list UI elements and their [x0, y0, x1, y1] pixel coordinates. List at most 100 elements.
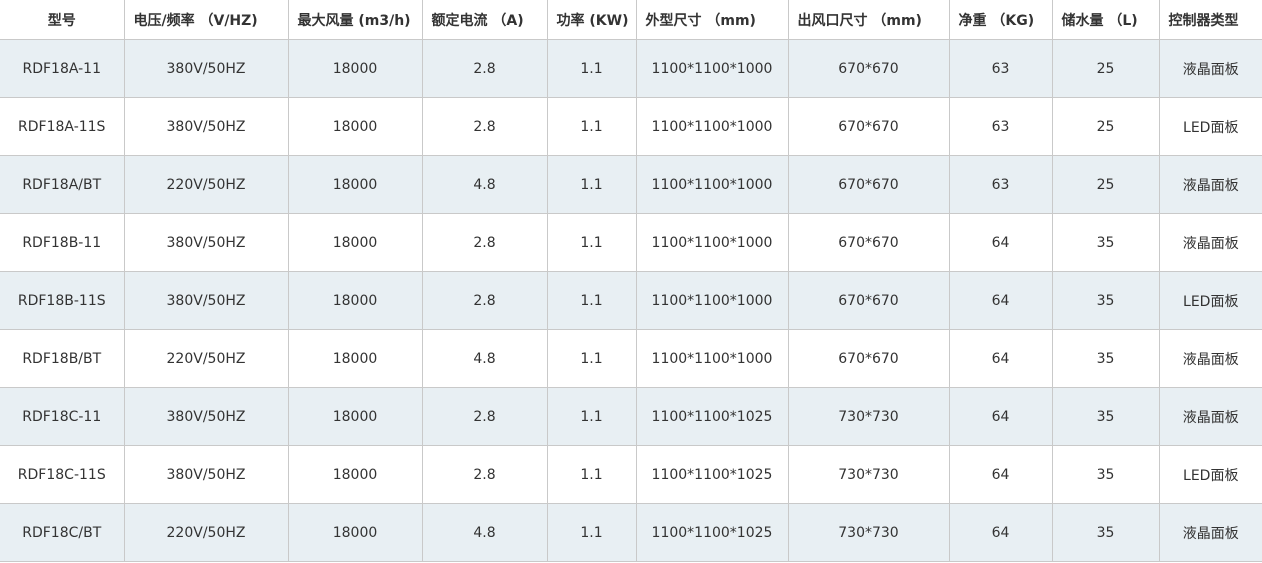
cell-net-weight: 64: [948, 329, 1053, 388]
cell-outlet-size: 670*670: [787, 97, 950, 156]
cell-dimensions: 1100*1100*1025: [635, 387, 789, 446]
cell-water-capacity: 35: [1051, 329, 1160, 388]
cell-net-weight: 63: [948, 97, 1053, 156]
cell-rated-current: 4.8: [421, 329, 548, 388]
table-row: RDF18C-11S 380V/50HZ 18000 2.8 1.1 1100*1100*…: [0, 445, 1262, 504]
cell-net-weight: 64: [948, 503, 1053, 562]
cell-max-airflow: 18000: [287, 329, 423, 388]
table-row: RDF18A-11 380V/50HZ 18000 2.8 1.1 1100*1100*1…: [0, 39, 1262, 98]
cell-power: 1.1: [546, 271, 637, 330]
cell-voltage-frequency: 380V/50HZ: [123, 97, 289, 156]
table-row: RDF18B-11 380V/50HZ 18000 2.8 1.1 1100*1100*1…: [0, 213, 1262, 272]
cell-power: 1.1: [546, 155, 637, 214]
cell-max-airflow: 18000: [287, 213, 423, 272]
cell-model: RDF18C/BT: [0, 503, 125, 562]
cell-rated-current: 2.8: [421, 271, 548, 330]
header-row: 型号 电压/频率 （V/HZ) 最大风量 (m3/h) 额定电流 （A) 功率 …: [0, 0, 1262, 40]
cell-controller-type: 液晶面板: [1158, 39, 1262, 98]
spec-table: 型号 电压/频率 （V/HZ) 最大风量 (m3/h) 额定电流 （A) 功率 …: [0, 0, 1262, 562]
table-row: RDF18B-11S 380V/50HZ 18000 2.8 1.1 1100*1100*…: [0, 271, 1262, 330]
cell-power: 1.1: [546, 39, 637, 98]
cell-net-weight: 64: [948, 271, 1053, 330]
cell-voltage-frequency: 220V/50HZ: [123, 329, 289, 388]
cell-model: RDF18B/BT: [0, 329, 125, 388]
cell-controller-type: LED面板: [1158, 445, 1262, 504]
cell-dimensions: 1100*1100*1000: [635, 97, 789, 156]
header-voltage-frequency: 电压/频率 （V/HZ): [123, 0, 289, 40]
cell-voltage-frequency: 380V/50HZ: [123, 445, 289, 504]
cell-outlet-size: 670*670: [787, 271, 950, 330]
table-row: RDF18C/BT 220V/50HZ 18000 4.8 1.1 1100*1100*1…: [0, 503, 1262, 562]
table-row: RDF18C-11 380V/50HZ 18000 2.8 1.1 1100*1100*1…: [0, 387, 1262, 446]
cell-model: RDF18C-11: [0, 387, 125, 446]
cell-model: RDF18C-11S: [0, 445, 125, 504]
cell-outlet-size: 730*730: [787, 445, 950, 504]
cell-max-airflow: 18000: [287, 97, 423, 156]
cell-dimensions: 1100*1100*1000: [635, 39, 789, 98]
cell-rated-current: 2.8: [421, 387, 548, 446]
header-water-capacity: 储水量 （L): [1051, 0, 1160, 40]
cell-dimensions: 1100*1100*1000: [635, 213, 789, 272]
cell-outlet-size: 670*670: [787, 39, 950, 98]
cell-max-airflow: 18000: [287, 271, 423, 330]
cell-net-weight: 63: [948, 39, 1053, 98]
cell-rated-current: 4.8: [421, 155, 548, 214]
cell-max-airflow: 18000: [287, 39, 423, 98]
cell-power: 1.1: [546, 387, 637, 446]
cell-water-capacity: 35: [1051, 271, 1160, 330]
cell-dimensions: 1100*1100*1025: [635, 503, 789, 562]
cell-outlet-size: 670*670: [787, 329, 950, 388]
cell-dimensions: 1100*1100*1000: [635, 271, 789, 330]
cell-power: 1.1: [546, 329, 637, 388]
cell-outlet-size: 670*670: [787, 155, 950, 214]
cell-controller-type: LED面板: [1158, 97, 1262, 156]
header-dimensions: 外型尺寸 （mm): [635, 0, 789, 40]
header-model: 型号: [0, 0, 125, 40]
cell-voltage-frequency: 380V/50HZ: [123, 39, 289, 98]
cell-outlet-size: 730*730: [787, 503, 950, 562]
table-row: RDF18A/BT 220V/50HZ 18000 4.8 1.1 1100*1100*1…: [0, 155, 1262, 214]
header-rated-current: 额定电流 （A): [421, 0, 548, 40]
cell-voltage-frequency: 220V/50HZ: [123, 503, 289, 562]
cell-net-weight: 64: [948, 213, 1053, 272]
header-outlet-size: 出风口尺寸 （mm): [787, 0, 950, 40]
cell-power: 1.1: [546, 97, 637, 156]
table-row: RDF18B/BT 220V/50HZ 18000 4.8 1.1 1100*1100*1…: [0, 329, 1262, 388]
cell-controller-type: 液晶面板: [1158, 329, 1262, 388]
cell-power: 1.1: [546, 503, 637, 562]
cell-net-weight: 63: [948, 155, 1053, 214]
cell-model: RDF18A-11: [0, 39, 125, 98]
cell-water-capacity: 35: [1051, 445, 1160, 504]
header-controller-type: 控制器类型: [1158, 0, 1262, 40]
cell-rated-current: 2.8: [421, 97, 548, 156]
cell-model: RDF18B-11: [0, 213, 125, 272]
cell-power: 1.1: [546, 213, 637, 272]
cell-rated-current: 2.8: [421, 445, 548, 504]
cell-net-weight: 64: [948, 445, 1053, 504]
cell-dimensions: 1100*1100*1000: [635, 155, 789, 214]
cell-max-airflow: 18000: [287, 155, 423, 214]
cell-water-capacity: 35: [1051, 503, 1160, 562]
cell-max-airflow: 18000: [287, 445, 423, 504]
cell-model: RDF18A/BT: [0, 155, 125, 214]
cell-dimensions: 1100*1100*1000: [635, 329, 789, 388]
cell-controller-type: 液晶面板: [1158, 503, 1262, 562]
cell-controller-type: LED面板: [1158, 271, 1262, 330]
cell-rated-current: 4.8: [421, 503, 548, 562]
cell-net-weight: 64: [948, 387, 1053, 446]
cell-rated-current: 2.8: [421, 39, 548, 98]
cell-water-capacity: 35: [1051, 387, 1160, 446]
cell-voltage-frequency: 220V/50HZ: [123, 155, 289, 214]
cell-max-airflow: 18000: [287, 387, 423, 446]
cell-outlet-size: 670*670: [787, 213, 950, 272]
cell-controller-type: 液晶面板: [1158, 155, 1262, 214]
cell-water-capacity: 35: [1051, 213, 1160, 272]
table-row: RDF18A-11S 380V/50HZ 18000 2.8 1.1 1100*1100*…: [0, 97, 1262, 156]
cell-dimensions: 1100*1100*1025: [635, 445, 789, 504]
table-body: RDF18A-11 380V/50HZ 18000 2.8 1.1 1100*1100*1…: [0, 39, 1262, 562]
cell-water-capacity: 25: [1051, 39, 1160, 98]
cell-controller-type: 液晶面板: [1158, 387, 1262, 446]
cell-voltage-frequency: 380V/50HZ: [123, 387, 289, 446]
header-power: 功率 (KW): [546, 0, 637, 40]
cell-model: RDF18A-11S: [0, 97, 125, 156]
